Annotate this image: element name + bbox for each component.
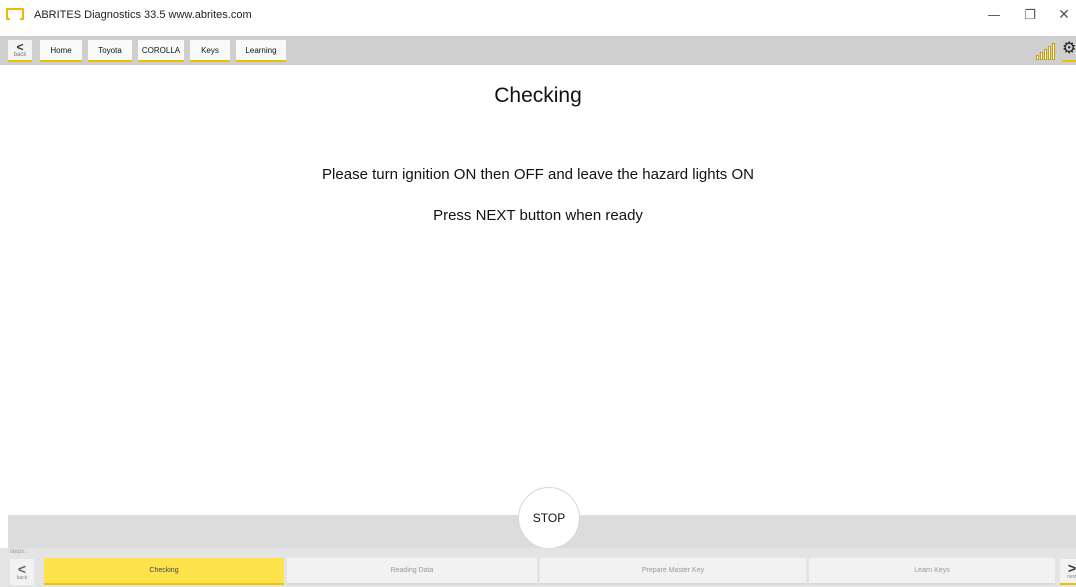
step-checking[interactable]: Checking [44,558,284,585]
next-label: next [1067,574,1076,580]
breadcrumb-corolla[interactable]: COROLLA [138,40,184,62]
app-window: ABRITES Diagnostics 33.5 www.abrites.com… [0,0,1076,587]
restore-button[interactable]: ❐ [1016,4,1044,26]
step-learn-keys[interactable]: Learn Keys [809,558,1055,585]
abrites-logo-icon [6,8,24,20]
title-bar: ABRITES Diagnostics 33.5 www.abrites.com… [0,0,1076,32]
back-label: back [13,51,27,58]
breadcrumb-learning[interactable]: Learning [236,40,286,62]
back-label: back [16,575,28,581]
breadcrumb-home[interactable]: Home [40,40,82,62]
breadcrumb-keys[interactable]: Keys [190,40,230,62]
breadcrumb-toyota[interactable]: Toyota [88,40,132,62]
close-button[interactable]: ✕ [1050,4,1076,26]
instruction-text: Press NEXT button when ready [433,207,643,224]
steps-label: steps: [10,549,27,555]
next-button[interactable]: > next [1060,559,1076,585]
minimize-button[interactable]: — [980,4,1008,26]
breadcrumb-back-button[interactable]: < back [8,40,32,62]
window-title: ABRITES Diagnostics 33.5 www.abrites.com [34,9,252,21]
breadcrumb: < back Home Toyota COROLLA Keys Learning [0,36,1076,65]
signal-strength-icon [1036,40,1058,60]
instruction-text: Please turn ignition ON then OFF and lea… [322,166,754,183]
back-button[interactable]: < back [10,559,34,585]
chevron-left-icon: < [16,39,24,54]
step-reading-data[interactable]: Reading Data [287,558,537,585]
gear-icon[interactable]: ⚙ [1062,38,1076,62]
chevron-right-icon: > [1067,560,1076,576]
stop-button[interactable]: STOP [518,487,580,549]
step-prepare-master-key[interactable]: Prepare Master Key [540,558,806,585]
page-title: Checking [494,84,582,107]
chevron-left-icon: < [17,561,27,577]
